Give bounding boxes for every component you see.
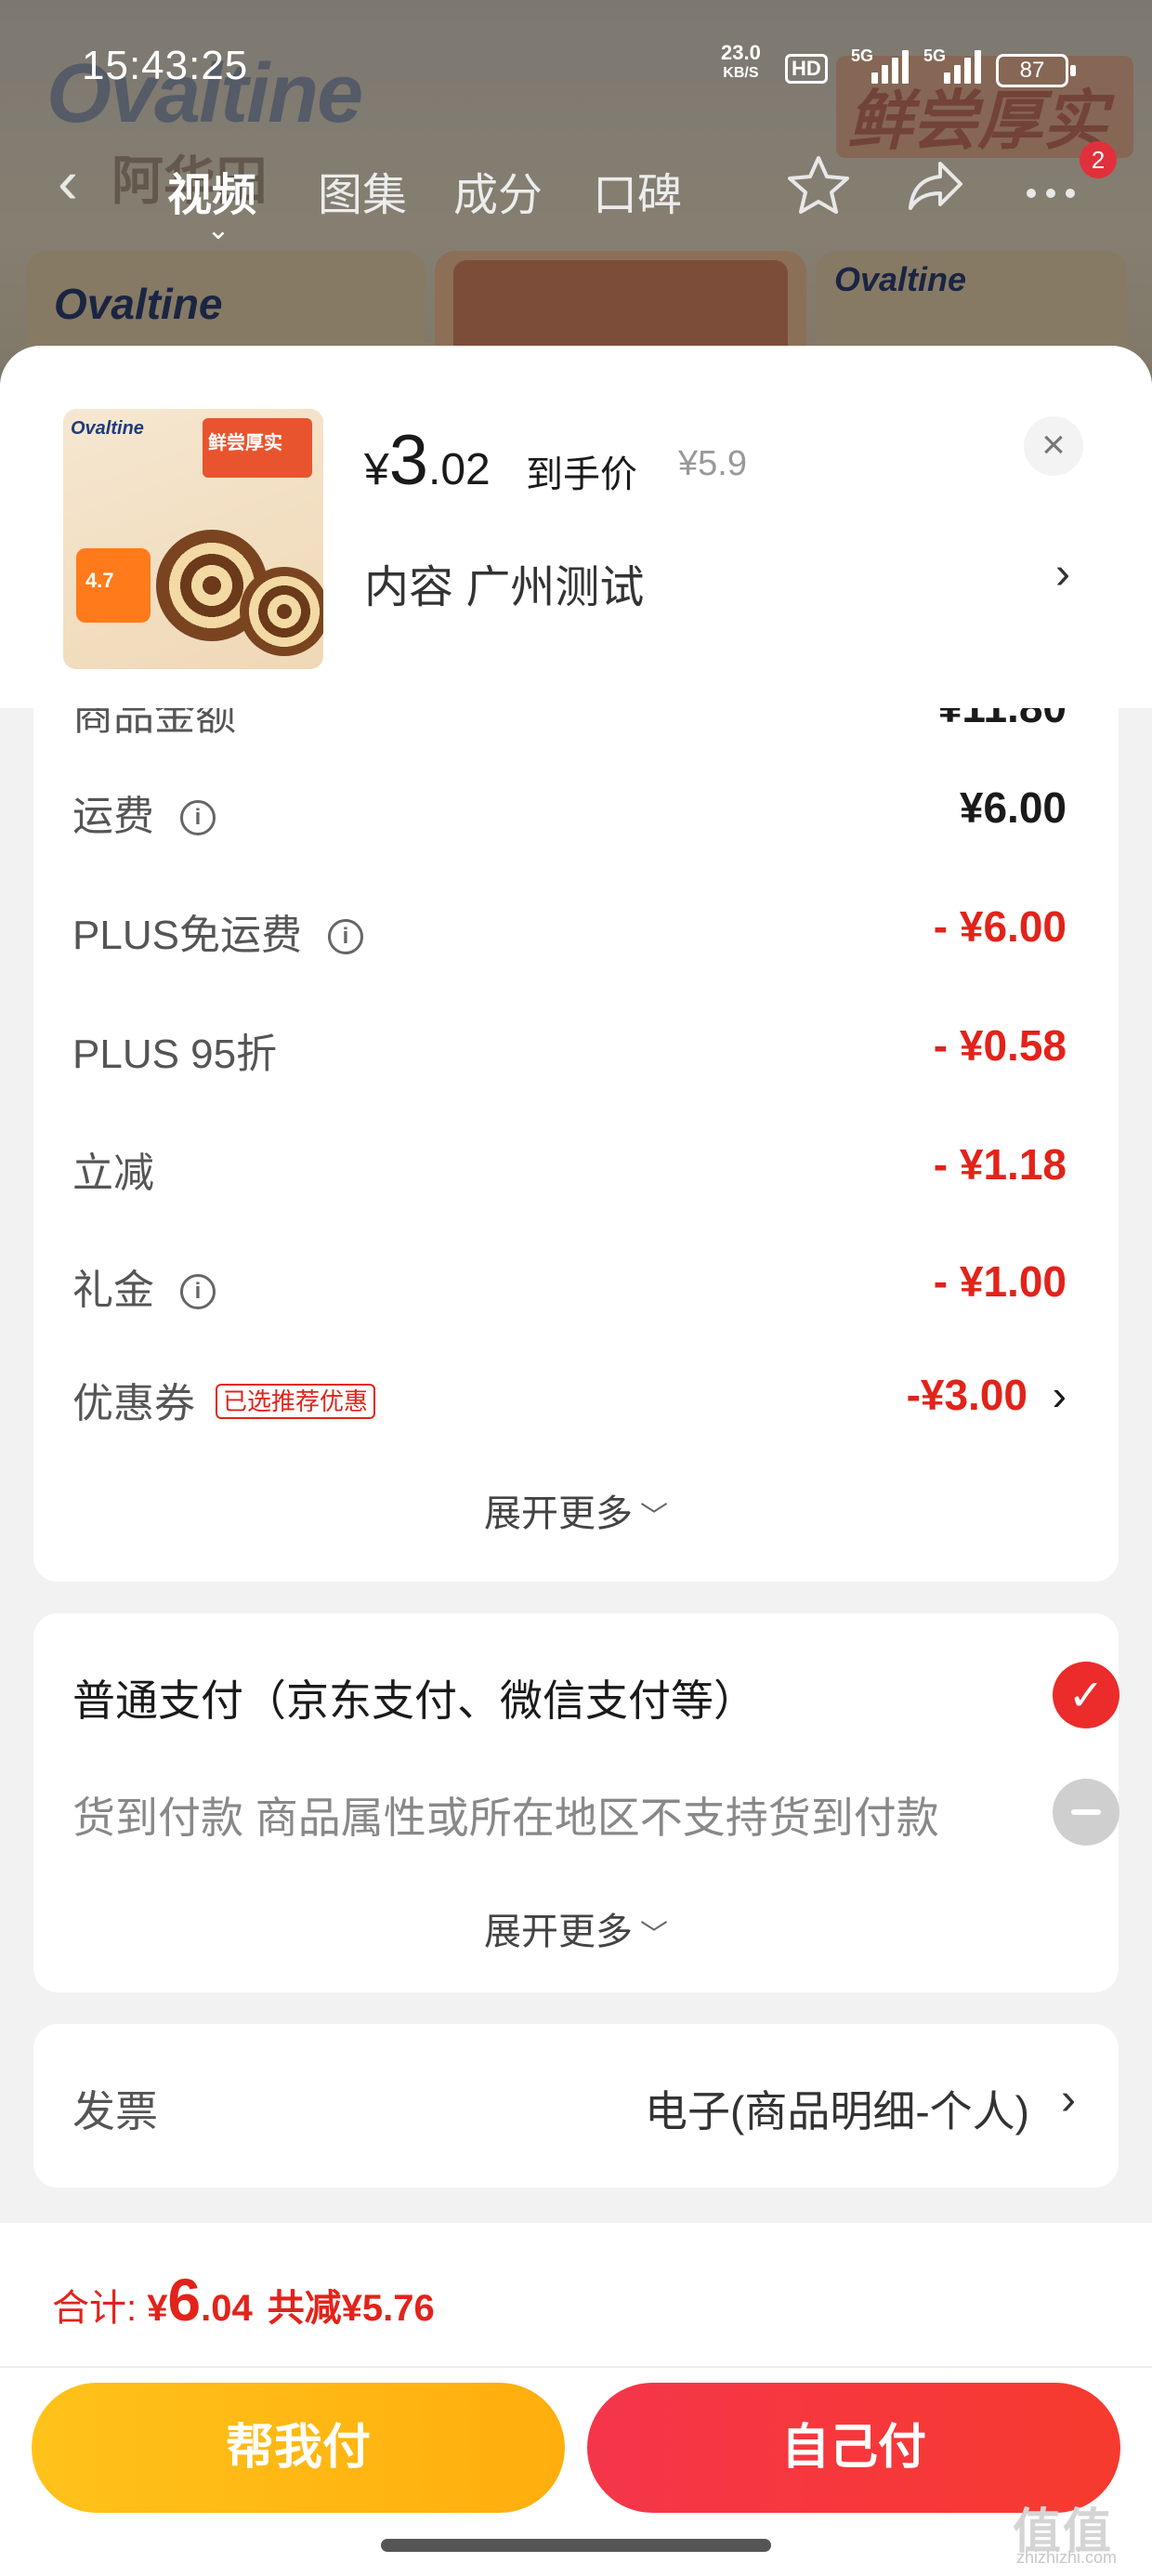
invoice-value: 电子(商品明细-个人)	[645, 2087, 1029, 2136]
fee-row-subtotal: 商品金额 ¥11.80	[72, 708, 1067, 739]
expand-more-payment[interactable]: 展开更多 ﹀	[33, 1901, 1119, 1955]
sheet-product-header: Ovaltine 鲜尝厚实 4.7 ¥3.02 到手价 ¥5.9 × 内容 广州…	[0, 346, 1152, 708]
tab-ingredients[interactable]: 成分	[453, 158, 543, 223]
expand-more-label: 展开更多	[484, 1912, 633, 1952]
invoice-card[interactable]: 发票 电子(商品明细-个人) ›	[33, 2024, 1119, 2188]
fee-label-text: PLUS免运费	[72, 913, 302, 958]
payment-option-label: 货到付款 商品属性或所在地区不支持货到付款	[72, 1794, 939, 1842]
disabled-option-icon	[1053, 1779, 1119, 1846]
tab-active-indicator: ⌄	[206, 215, 230, 245]
checkmark-icon[interactable]: ✓	[1053, 1662, 1119, 1728]
final-price-label: 到手价	[526, 454, 637, 495]
payment-option-normal[interactable]: 普通支付（京东支付、微信支付等） ✓	[72, 1662, 1119, 1728]
more-options-icon[interactable]	[1018, 152, 1083, 217]
chevron-right-icon[interactable]: ›	[1061, 2074, 1076, 2125]
fee-row-gift-money: 礼金 i - ¥1.00	[72, 1256, 1067, 1313]
original-price: ¥5.9	[678, 444, 747, 483]
product-thumbnail[interactable]: Ovaltine 鲜尝厚实 4.7	[63, 409, 323, 669]
signal-label: 5G	[923, 46, 947, 65]
thumbnail-banner-text: 鲜尝厚实	[208, 433, 282, 453]
expand-more-label: 展开更多	[484, 1493, 633, 1534]
fee-value: - ¥0.58	[933, 1021, 1067, 1070]
fee-row-instant-discount: 立减 - ¥1.18	[72, 1139, 1067, 1196]
fee-value: - ¥6.00	[933, 902, 1067, 951]
fee-label: PLUS 95折	[72, 1032, 278, 1077]
fee-row-plus-free-shipping: PLUS免运费 i - ¥6.00	[72, 901, 1067, 958]
watermark-url: zhizhizhi.com	[1016, 2548, 1118, 2567]
fee-row-plus-discount: PLUS 95折 - ¥0.58	[72, 1020, 1067, 1077]
thumbnail-banner: 鲜尝厚实	[203, 418, 312, 478]
product-content-selector[interactable]: 内容 广州测试	[364, 550, 644, 615]
fee-value: ¥6.00	[959, 783, 1067, 832]
close-button[interactable]: ×	[1024, 416, 1083, 476]
invoice-label: 发票	[72, 2087, 158, 2136]
fee-label: 优惠券 已选推荐优惠	[72, 1370, 376, 1429]
divider	[0, 2366, 1152, 2368]
signal-icon: 5G	[923, 46, 988, 84]
status-time: 15:43:25	[82, 43, 249, 88]
price-decimal: .02	[427, 445, 491, 494]
help-me-pay-button[interactable]: 帮我付	[32, 2383, 565, 2513]
fee-label: 立减	[72, 1150, 154, 1196]
cake-roll-image	[240, 567, 323, 656]
network-speed-unit: KB/S	[723, 65, 759, 81]
info-icon[interactable]: i	[180, 1274, 216, 1309]
total-label: 合计:	[52, 2288, 148, 2329]
fee-label: 商品金额	[72, 708, 236, 739]
home-indicator[interactable]	[381, 2539, 771, 2552]
fee-label: 礼金 i	[72, 1256, 216, 1316]
chevron-right-icon[interactable]: ›	[1055, 548, 1070, 599]
thumbnail-brand: Ovaltine	[71, 418, 144, 439]
info-icon[interactable]: i	[327, 919, 363, 954]
fee-row-shipping: 运费 i ¥6.00	[72, 782, 1067, 839]
thumbnail-tag-value: 4.7	[85, 569, 114, 592]
fee-value: ¥11.80	[938, 708, 1067, 732]
checkout-bar: 合计: ¥6.04共减¥5.76 帮我付 自己付 值值值 zhizhizhi.c…	[0, 2223, 1152, 2576]
fee-breakdown-card: 商品金额 ¥11.80 运费 i ¥6.00 PLUS免运费 i - ¥6.00 P…	[33, 708, 1119, 1582]
coupon-value: -¥3.00	[906, 1371, 1028, 1419]
fee-value: - ¥1.00	[933, 1257, 1067, 1306]
network-speed-value: 23.0	[721, 41, 761, 64]
status-bar: 15:43:25 23.0 KB/S HD 5G 5G 87	[0, 37, 1152, 102]
final-price: ¥3.02	[364, 420, 491, 501]
expand-more-fees[interactable]: 展开更多 ﹀	[33, 1483, 1119, 1537]
fee-row-coupon[interactable]: 优惠券 已选推荐优惠 -¥3.00 ›	[72, 1370, 1067, 1429]
payment-option-cod: 货到付款 商品属性或所在地区不支持货到付款	[72, 1779, 1119, 1846]
payment-method-card: 普通支付（京东支付、微信支付等） ✓ 货到付款 商品属性或所在地区不支持货到付款…	[33, 1613, 1119, 1992]
fee-value: - ¥1.18	[933, 1140, 1067, 1189]
order-total: 合计: ¥6.04 共减¥5.76	[52, 2266, 435, 2334]
chevron-right-icon[interactable]: ›	[1053, 1370, 1067, 1420]
fee-label: PLUS免运费 i	[72, 901, 363, 961]
top-navigation: ‹ 视频 ⌄ 图集 成分 口碑	[0, 139, 1152, 245]
info-icon[interactable]: i	[180, 800, 216, 835]
payment-option-label: 普通支付（京东支付、微信支付等）	[72, 1676, 756, 1725]
battery-icon: 87	[996, 54, 1076, 87]
chevron-down-icon: ﹀	[640, 1920, 668, 1951]
favorite-star-icon[interactable]	[786, 152, 851, 217]
total-decimal: .04	[201, 2288, 253, 2329]
coupon-tag: 已选推荐优惠	[216, 1384, 376, 1419]
thumbnail-price-tag: 4.7	[76, 548, 151, 623]
tab-reviews[interactable]: 口碑	[593, 158, 682, 223]
coupon-label: 优惠券	[72, 1381, 195, 1426]
fee-label: 运费 i	[72, 782, 216, 842]
chevron-down-icon: ﹀	[640, 1502, 668, 1532]
price-currency: ¥	[364, 445, 389, 494]
signal-icon: 5G	[851, 46, 916, 84]
fee-label-text: 运费	[72, 794, 154, 839]
total-currency: ¥	[147, 2288, 168, 2329]
tab-gallery[interactable]: 图集	[318, 158, 407, 223]
notification-badge: 2	[1080, 141, 1117, 178]
fee-label-text: 礼金	[72, 1268, 154, 1313]
total-saved: 共减¥5.76	[267, 2288, 435, 2329]
share-icon[interactable]	[903, 152, 968, 217]
signal-label: 5G	[851, 46, 874, 65]
back-icon[interactable]: ‹	[58, 151, 78, 212]
total-integer: 6	[167, 2267, 202, 2333]
hd-icon: HD	[785, 54, 828, 84]
price-integer: 3	[388, 421, 428, 500]
network-speed: 23.0 KB/S	[721, 43, 761, 84]
